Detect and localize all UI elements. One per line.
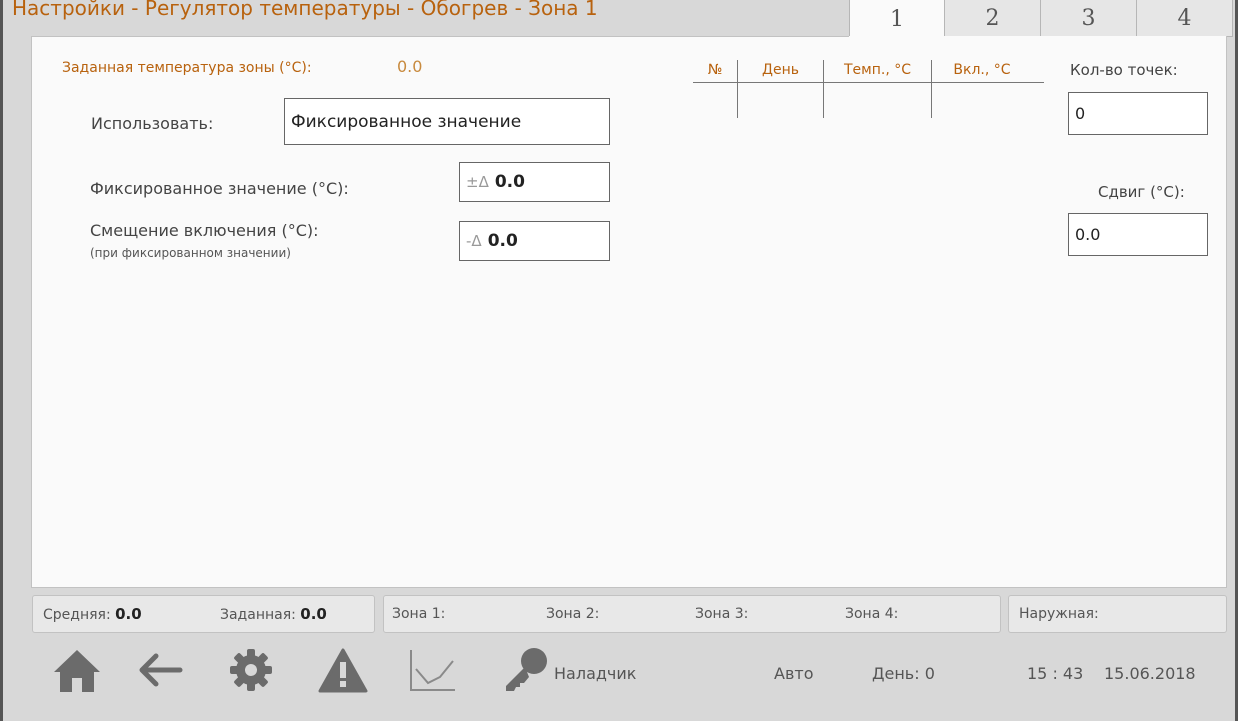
- schedule-divider: [737, 60, 738, 118]
- clock-date: 15.06.2018: [1104, 664, 1196, 683]
- tab-zone-1[interactable]: 1: [849, 0, 945, 38]
- home-icon[interactable]: [52, 640, 102, 700]
- zone-setpoint-value: 0.0: [397, 57, 423, 76]
- zone-2-status: Зона 2:: [546, 606, 600, 622]
- temperature-summary: Средняя: 0.0 Заданная: 0.0: [32, 595, 375, 633]
- shift-field[interactable]: 0.0: [1068, 213, 1208, 256]
- fixed-value-value: 0.0: [494, 172, 525, 192]
- schedule-col-day: День: [762, 62, 799, 78]
- page-title: Настройки - Регулятор температуры - Обог…: [12, 0, 598, 20]
- schedule-col-number: №: [707, 62, 723, 78]
- chart-icon[interactable]: [408, 640, 458, 700]
- outside-label: Наружная:: [1019, 606, 1099, 622]
- tab-zone-2[interactable]: 2: [945, 0, 1041, 37]
- zones-summary: Зона 1: Зона 2: Зона 3: Зона 4:: [383, 595, 1001, 633]
- outside-summary: Наружная:: [1008, 595, 1227, 633]
- offset-field[interactable]: -Δ 0.0: [459, 221, 610, 261]
- back-arrow-icon[interactable]: [136, 640, 184, 700]
- zone-tabs: 1 2 3 4: [849, 0, 1233, 38]
- minus-delta-icon: -Δ: [466, 232, 482, 250]
- user-role[interactable]: Наладчик: [554, 664, 636, 683]
- points-count-field[interactable]: 0: [1068, 92, 1208, 135]
- tab-zone-4[interactable]: 4: [1137, 0, 1233, 37]
- key-icon[interactable]: [502, 640, 550, 700]
- warning-icon[interactable]: [318, 640, 368, 700]
- fixed-value-label: Фиксированное значение (°C):: [90, 179, 349, 198]
- offset-value: 0.0: [487, 231, 518, 251]
- gear-icon[interactable]: [228, 640, 274, 700]
- setpoint-status-value: 0.0: [300, 605, 327, 623]
- plus-minus-delta-icon: ±Δ: [466, 173, 489, 191]
- use-mode-select[interactable]: Фиксированное значение: [284, 98, 610, 145]
- average-value: 0.0: [115, 605, 142, 623]
- schedule-divider: [823, 60, 824, 118]
- tab-zone-3[interactable]: 3: [1041, 0, 1137, 37]
- zone-4-status: Зона 4:: [845, 606, 899, 622]
- use-mode-value: Фиксированное значение: [291, 111, 522, 132]
- offset-label: Смещение включения (°C):: [90, 221, 319, 240]
- shift-label: Сдвиг (°C):: [1098, 183, 1185, 201]
- points-count-label: Кол-во точек:: [1070, 61, 1178, 79]
- offset-sublabel: (при фиксированном значении): [90, 246, 291, 260]
- panel-top-border: [31, 36, 849, 37]
- zone-1-status: Зона 1:: [392, 606, 446, 622]
- zone-3-status: Зона 3:: [695, 606, 749, 622]
- fixed-value-field[interactable]: ±Δ 0.0: [459, 162, 610, 202]
- schedule-col-on: Вкл., °C: [953, 62, 1011, 78]
- average-label: Средняя:: [43, 607, 111, 623]
- use-label: Использовать:: [91, 114, 214, 133]
- day-indicator: День: 0: [872, 664, 935, 683]
- schedule-col-temp: Темп., °C: [843, 62, 911, 78]
- clock-time: 15 : 43: [1027, 664, 1084, 683]
- zone-setpoint-label: Заданная температура зоны (°C):: [62, 60, 312, 76]
- schedule-divider: [931, 60, 932, 118]
- setpoint-status-label: Заданная:: [220, 607, 296, 623]
- schedule-header-line: [693, 82, 1044, 83]
- mode-indicator: Авто: [774, 664, 814, 683]
